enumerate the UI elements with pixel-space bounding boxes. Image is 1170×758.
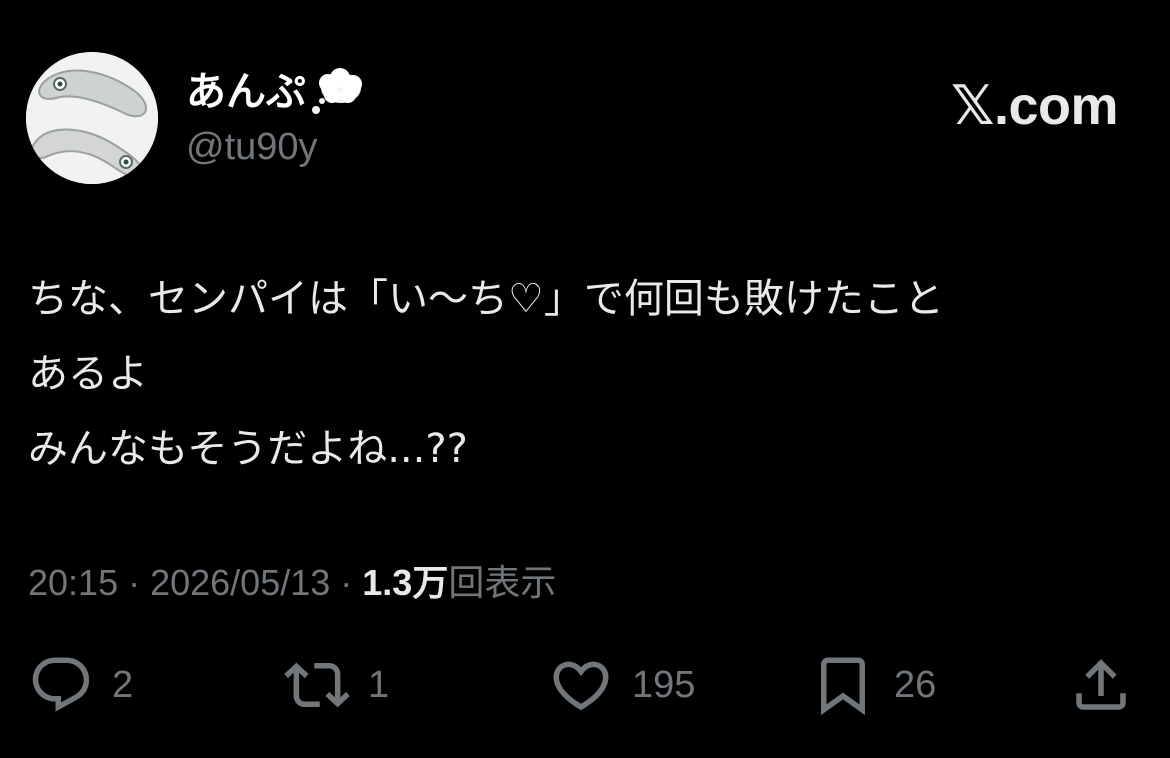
heart-icon: [553, 661, 609, 711]
tweet-line: ちな、センパイは「い〜ち♡」で何回も敗けたこと: [28, 276, 944, 322]
display-name[interactable]: あんぷ: [186, 68, 364, 116]
like-button[interactable]: 195: [548, 652, 695, 718]
reply-count: 2: [112, 663, 134, 706]
x-logo-icon: 𝕏: [950, 74, 995, 137]
avatar[interactable]: [26, 52, 158, 184]
action-bar: 2 1 195 26: [28, 652, 1138, 718]
brand-domain: .com: [993, 76, 1119, 136]
tweet-header: あんぷ @tu90y 𝕏.com: [26, 52, 1126, 186]
reply-button[interactable]: 2: [28, 652, 133, 718]
repost-count: 1: [368, 663, 390, 706]
tweet-body: ちな、センパイは「い〜ち♡」で何回も敗けたこと あるよ みんなもそうだよね...…: [28, 262, 1148, 487]
reply-icon: [32, 657, 90, 712]
tweet-time[interactable]: 20:15: [28, 562, 118, 603]
repost-button[interactable]: 1: [284, 652, 389, 718]
display-name-text: あんぷ: [186, 69, 306, 115]
user-info: あんぷ @tu90y: [186, 68, 364, 172]
views-label: 回表示: [448, 562, 557, 603]
share-button[interactable]: [1068, 652, 1134, 718]
bookmark-count: 26: [894, 663, 937, 706]
bookmark-button[interactable]: 26: [810, 652, 936, 718]
avatar-image: [26, 52, 158, 184]
bookmark-icon: [821, 657, 865, 716]
thought-balloon-icon: [308, 68, 364, 116]
views-count: 1.3万: [362, 562, 449, 603]
tweet-meta: 20:15 · 2026/05/13 · 1.3万回表示: [28, 558, 556, 608]
x-com-logo: 𝕏.com: [950, 74, 1119, 137]
meta-separator: ·: [340, 562, 353, 603]
user-handle[interactable]: @tu90y: [186, 122, 364, 172]
like-count: 195: [632, 663, 696, 706]
tweet-date[interactable]: 2026/05/13: [150, 562, 330, 603]
repost-icon: [284, 662, 350, 708]
tweet-line: あるよ: [28, 351, 148, 397]
tweet-line: みんなもそうだよね...??: [28, 426, 468, 472]
meta-separator: ·: [128, 562, 141, 603]
share-icon: [1076, 659, 1126, 710]
